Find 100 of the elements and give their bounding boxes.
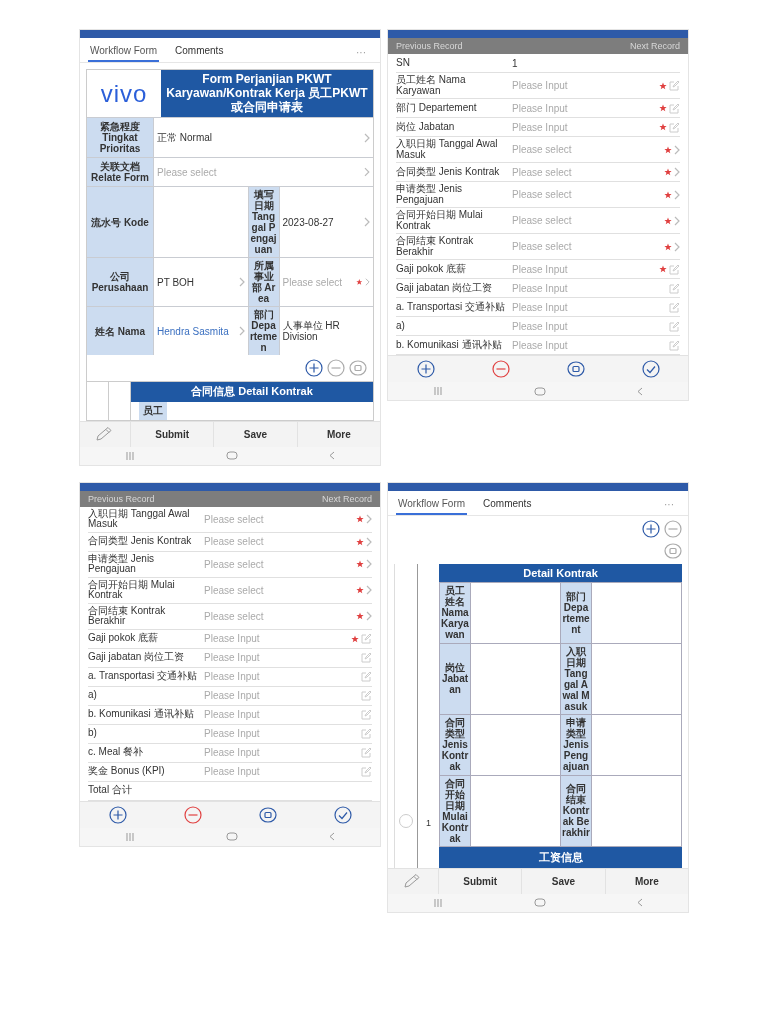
confirm-icon[interactable] [333, 805, 352, 824]
home-icon[interactable] [534, 386, 546, 396]
input-field[interactable]: Please Input [204, 633, 347, 645]
edit-icon[interactable] [361, 747, 372, 759]
back-icon[interactable] [636, 386, 643, 396]
input-field[interactable]: Please Input [512, 282, 656, 294]
row-select-radio[interactable] [399, 813, 413, 828]
field-label: 公司 Perusahaan [87, 258, 153, 307]
recent-apps-icon[interactable] [433, 387, 444, 395]
tab[interactable]: Comments [481, 494, 534, 515]
input-field[interactable]: Please Input [204, 709, 348, 721]
edit-icon[interactable] [361, 690, 372, 702]
field-label: 合同结束 Kontrak Berakhir [561, 775, 591, 846]
field-label: 姓名 Nama [87, 307, 153, 356]
input-field[interactable]: Please Input [204, 652, 348, 664]
select-field[interactable]: Please select [282, 276, 355, 289]
remove-icon[interactable] [491, 360, 510, 378]
home-icon[interactable] [226, 451, 238, 461]
recent-apps-icon[interactable] [125, 832, 136, 841]
edit-icon[interactable] [361, 633, 372, 645]
edit-icon[interactable] [669, 320, 680, 332]
input-field[interactable]: Please Input [204, 671, 348, 683]
select-field[interactable]: Please select [512, 144, 656, 155]
field-label: Gaji jabatan 岗位工资 [396, 282, 494, 294]
select-field[interactable]: Please select [512, 189, 656, 200]
input-field[interactable]: Please Input [204, 728, 348, 740]
action-button[interactable]: Save [213, 421, 297, 447]
edit-icon[interactable] [669, 80, 680, 91]
field-label: 合同类型 Jenis Kontrak [440, 714, 470, 775]
select-field[interactable]: Please select [204, 584, 348, 596]
confirm-icon[interactable] [641, 360, 660, 378]
field-value: 1 [512, 57, 519, 69]
edit-icon[interactable] [669, 263, 680, 275]
pencil-icon[interactable] [403, 873, 423, 890]
recent-apps-icon[interactable] [433, 898, 444, 907]
field-label: 合同类型 Jenis Kontrak [88, 536, 193, 547]
chevron-icon [366, 536, 372, 547]
input-field[interactable]: Please Input [512, 102, 655, 114]
input-field[interactable]: Please Input [512, 121, 655, 133]
chevron-icon [366, 514, 372, 525]
back-icon[interactable] [328, 451, 335, 461]
select-field[interactable]: Please select [279, 258, 373, 307]
tab[interactable]: Workflow Form [396, 494, 468, 515]
edit-icon[interactable] [361, 652, 372, 664]
action-button[interactable]: Submit [438, 868, 522, 894]
copy-icon[interactable] [566, 360, 585, 378]
field-label: 申请类型 Jenis Pengajuan [88, 553, 156, 575]
pencil-icon[interactable] [95, 426, 115, 443]
field-label: a. Transportasi 交通补贴 [88, 671, 198, 682]
chevron-icon [364, 167, 370, 178]
recent-apps-icon[interactable] [125, 451, 136, 460]
field-label: SN [396, 57, 411, 69]
select-field[interactable]: Please select [204, 558, 348, 570]
select-field[interactable]: Please select [204, 536, 348, 548]
field-label: 入职日期 Tanggal Awal Masuk [88, 508, 191, 530]
copy-icon[interactable] [258, 805, 277, 824]
edit-icon[interactable] [361, 766, 372, 778]
select-field[interactable]: Please select [157, 166, 363, 179]
add-icon[interactable] [416, 360, 435, 378]
edit-icon[interactable] [669, 102, 680, 114]
input-field[interactable]: Please Input [512, 263, 655, 275]
edit-icon[interactable] [361, 671, 372, 683]
select-field[interactable]: Please select [512, 166, 656, 178]
add-icon[interactable] [305, 359, 323, 378]
edit-icon[interactable] [669, 121, 680, 133]
select-field[interactable]: Please select [204, 513, 348, 525]
edit-icon[interactable] [669, 301, 680, 313]
tab[interactable]: Workflow Form [88, 42, 160, 62]
field-label: 填写日期 Tanggal Pengajuan [248, 187, 279, 258]
action-button[interactable]: More [604, 868, 688, 894]
edit-icon[interactable] [669, 339, 680, 351]
field-value[interactable]: 2023-08-27 [282, 216, 362, 229]
back-icon[interactable] [328, 832, 335, 842]
input-field[interactable]: Please Input [512, 339, 656, 351]
add-icon[interactable] [108, 805, 127, 824]
select-field[interactable]: Please select [204, 610, 348, 622]
add-icon[interactable] [642, 519, 660, 538]
action-button[interactable]: Save [521, 868, 605, 894]
input-field[interactable]: Please Input [512, 320, 656, 332]
select-field[interactable]: Please select [154, 158, 373, 187]
input-field[interactable]: Please Input [204, 747, 348, 759]
edit-icon[interactable] [361, 709, 372, 721]
home-icon[interactable] [226, 832, 238, 842]
input-field[interactable]: Please Input [512, 80, 655, 91]
input-field[interactable]: Please Input [512, 301, 656, 313]
select-field[interactable]: Please select [512, 241, 656, 252]
input-field[interactable]: Please Input [204, 690, 348, 702]
field-label: 部门 Departement [561, 582, 591, 643]
edit-icon[interactable] [669, 282, 680, 294]
action-button[interactable]: Submit [130, 421, 214, 447]
action-button[interactable]: More [296, 421, 380, 447]
edit-icon[interactable] [361, 728, 372, 740]
tab[interactable]: Comments [173, 42, 226, 62]
home-icon[interactable] [534, 898, 546, 908]
select-field[interactable]: Please select [512, 215, 656, 226]
back-icon[interactable] [636, 898, 643, 908]
field-label: 合同开始日期 Mulai Kontrak [396, 210, 484, 231]
remove-icon[interactable] [183, 805, 202, 824]
input-field[interactable]: Please Input [204, 766, 348, 778]
field-label: b. Komunikasi 通讯补贴 [88, 709, 195, 720]
